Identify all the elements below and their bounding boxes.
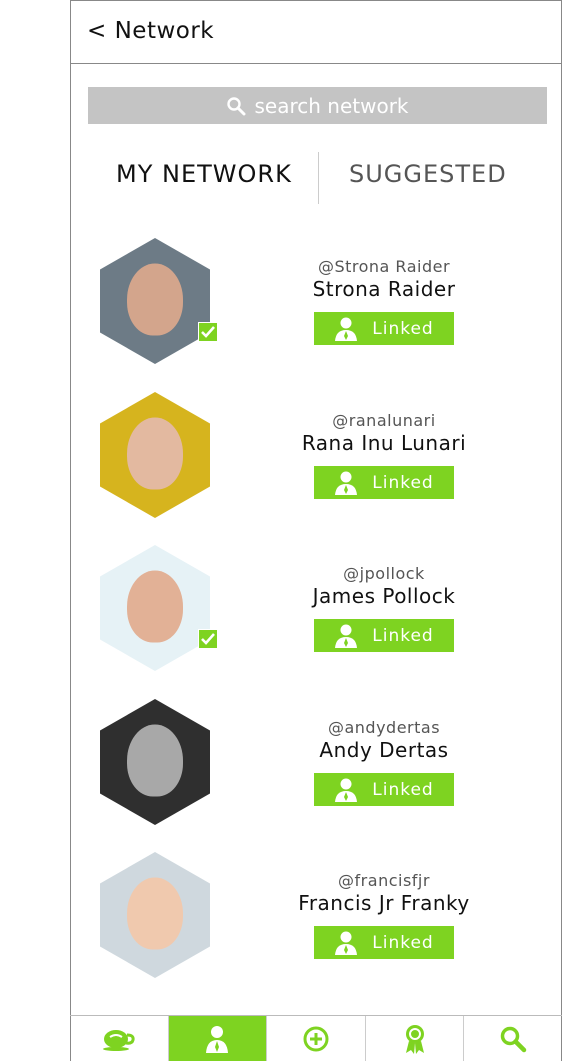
- avatar[interactable]: [100, 392, 210, 518]
- search-placeholder: search network: [254, 93, 409, 118]
- user-linked-icon: [335, 471, 358, 495]
- member-info: @Strona Raider Strona Raider: [298, 257, 470, 301]
- user-network-icon: [206, 1025, 229, 1053]
- member-name: Rana Inu Lunari: [301, 431, 467, 455]
- list-item: @andydertas Andy Dertas Linked: [88, 699, 547, 829]
- member-info: @andydertas Andy Dertas: [298, 718, 470, 762]
- member-name: James Pollock: [312, 584, 456, 608]
- member-info: @francisfjr Francis Jr Franky: [298, 871, 470, 915]
- nav-add[interactable]: [267, 1016, 366, 1061]
- nav-coffee[interactable]: [70, 1016, 169, 1061]
- plus-circle-icon: [303, 1026, 329, 1051]
- back-button[interactable]: < Network: [87, 18, 214, 44]
- member-handle: @jpollock: [343, 564, 425, 583]
- search-icon: [227, 96, 246, 115]
- search-icon: [500, 1026, 527, 1052]
- member-name: Strona Raider: [312, 277, 456, 301]
- list-item: @ranalunari Rana Inu Lunari Linked: [88, 392, 547, 522]
- linked-button[interactable]: Linked: [314, 619, 454, 652]
- verified-check-icon: [198, 322, 218, 342]
- linked-label: Linked: [372, 318, 434, 339]
- avatar[interactable]: [100, 699, 210, 825]
- avatar-face: [127, 877, 183, 950]
- member-handle: @ranalunari: [332, 411, 436, 430]
- tab-divider: [318, 152, 319, 204]
- avatar[interactable]: [100, 852, 210, 978]
- member-info: @ranalunari Rana Inu Lunari: [298, 411, 470, 455]
- header-bar: < Network: [70, 0, 562, 64]
- linked-label: Linked: [372, 932, 434, 953]
- member-name: Francis Jr Franky: [298, 891, 470, 915]
- user-linked-icon: [335, 931, 358, 955]
- linked-label: Linked: [372, 625, 434, 646]
- linked-label: Linked: [372, 779, 434, 800]
- user-linked-icon: [335, 778, 358, 802]
- nav-search[interactable]: [464, 1016, 562, 1061]
- linked-button[interactable]: Linked: [314, 773, 454, 806]
- member-handle: @francisfjr: [338, 871, 430, 890]
- network-tabs: MY NETWORK SUGGESTED: [88, 150, 547, 208]
- linked-button[interactable]: Linked: [314, 926, 454, 959]
- verified-check-icon: [198, 629, 218, 649]
- user-linked-icon: [335, 624, 358, 648]
- member-handle: @Strona Raider: [317, 257, 451, 276]
- tab-my-network[interactable]: MY NETWORK: [116, 160, 292, 188]
- award-ribbon-icon: [405, 1024, 424, 1054]
- tab-suggested[interactable]: SUGGESTED: [349, 160, 507, 188]
- avatar-face: [127, 724, 183, 797]
- user-linked-icon: [335, 317, 358, 341]
- linked-button[interactable]: Linked: [314, 466, 454, 499]
- search-input[interactable]: search network: [88, 87, 547, 124]
- list-item: @jpollock James Pollock Linked: [88, 545, 547, 675]
- coffee-cup-icon: [102, 1029, 135, 1051]
- nav-network[interactable]: [168, 1016, 268, 1061]
- linked-button[interactable]: Linked: [314, 312, 454, 345]
- list-item: @francisfjr Francis Jr Franky Linked: [88, 852, 547, 982]
- list-item: @Strona Raider Strona Raider Linked: [88, 238, 547, 368]
- linked-label: Linked: [372, 472, 434, 493]
- avatar-face: [127, 263, 183, 336]
- avatar-face: [127, 417, 183, 490]
- bottom-nav: [70, 1015, 562, 1061]
- member-handle: @andydertas: [327, 718, 441, 737]
- member-name: Andy Dertas: [319, 738, 449, 762]
- nav-awards[interactable]: [366, 1016, 465, 1061]
- avatar[interactable]: [100, 238, 210, 364]
- avatar[interactable]: [100, 545, 210, 671]
- avatar-face: [127, 570, 183, 643]
- member-info: @jpollock James Pollock: [298, 564, 470, 608]
